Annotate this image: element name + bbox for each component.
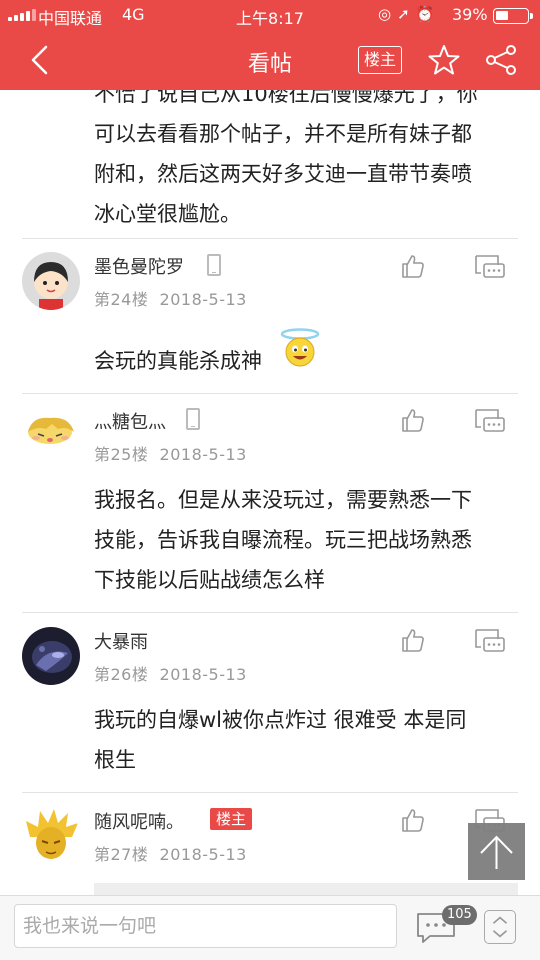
share-icon[interactable] xyxy=(484,43,518,77)
favorite-star-icon[interactable] xyxy=(427,43,461,77)
like-thumb-icon[interactable] xyxy=(400,807,426,833)
page-jump-icon[interactable] xyxy=(484,910,516,944)
avatar[interactable] xyxy=(22,252,80,310)
orientation-lock-icon: ◎ xyxy=(378,5,398,23)
like-thumb-icon[interactable] xyxy=(400,407,426,433)
bottom-bar: 我也来说一句吧 105 xyxy=(0,895,540,960)
floor-date: 第27楼 2018-5-13 xyxy=(94,845,247,864)
reply-comment-icon[interactable] xyxy=(474,253,506,279)
divider xyxy=(22,792,518,793)
only-owner-button[interactable]: 楼主 xyxy=(358,46,402,74)
sub-replies-box xyxy=(94,883,518,895)
reply-content: 我玩的自爆wl被你点炸过 很难受 本是同 根生 xyxy=(94,708,467,772)
username[interactable]: 大暴雨 xyxy=(94,628,148,654)
username[interactable]: 随风呢喃。 xyxy=(94,808,184,834)
divider xyxy=(22,238,518,239)
location-icon: ➚ xyxy=(397,5,416,23)
nav-bar: 看帖 楼主 xyxy=(0,30,540,90)
previous-post-text: 不恰了说自己从10楼往后慢慢爆光了，你 可以去看看那个帖子，并不是所有妹子都 附… xyxy=(94,90,478,226)
mobile-device-icon xyxy=(186,408,200,430)
reply-content: 我报名。但是从来没玩过，需要熟悉一下 技能，告诉我自曝流程。玩三把战场熟悉 下技… xyxy=(94,488,472,592)
like-thumb-icon[interactable] xyxy=(400,253,426,279)
status-bar: 中国联通 4G 上午8:17 ◎➚⏰ 39% xyxy=(0,0,540,30)
avatar[interactable] xyxy=(22,807,80,865)
mobile-device-icon xyxy=(207,254,221,276)
floor-date: 第24楼 2018-5-13 xyxy=(94,290,247,309)
scroll-to-top-button[interactable] xyxy=(468,823,525,880)
comment-input[interactable]: 我也来说一句吧 xyxy=(14,904,397,948)
like-thumb-icon[interactable] xyxy=(400,627,426,653)
reply-comment-icon[interactable] xyxy=(474,627,506,653)
username[interactable]: 灬糖包灬 xyxy=(94,408,166,434)
owner-badge: 楼主 xyxy=(210,808,253,830)
battery-percent: 39% xyxy=(452,5,488,24)
alarm-icon: ⏰ xyxy=(415,5,441,23)
floor-date: 第25楼 2018-5-13 xyxy=(94,445,247,464)
angel-emoji-icon xyxy=(280,328,320,367)
post-list[interactable]: 不恰了说自己从10楼往后慢慢爆光了，你 可以去看看那个帖子，并不是所有妹子都 附… xyxy=(0,90,540,895)
floor-date: 第26楼 2018-5-13 xyxy=(94,665,247,684)
divider xyxy=(22,393,518,394)
comment-count-badge: 105 xyxy=(442,905,477,925)
avatar[interactable] xyxy=(22,402,80,460)
status-icons: ◎➚⏰ xyxy=(378,5,440,23)
reply-comment-icon[interactable] xyxy=(474,407,506,433)
divider xyxy=(22,612,518,613)
username[interactable]: 墨色曼陀罗 xyxy=(94,253,184,279)
avatar[interactable] xyxy=(22,627,80,685)
battery-icon xyxy=(493,8,533,24)
